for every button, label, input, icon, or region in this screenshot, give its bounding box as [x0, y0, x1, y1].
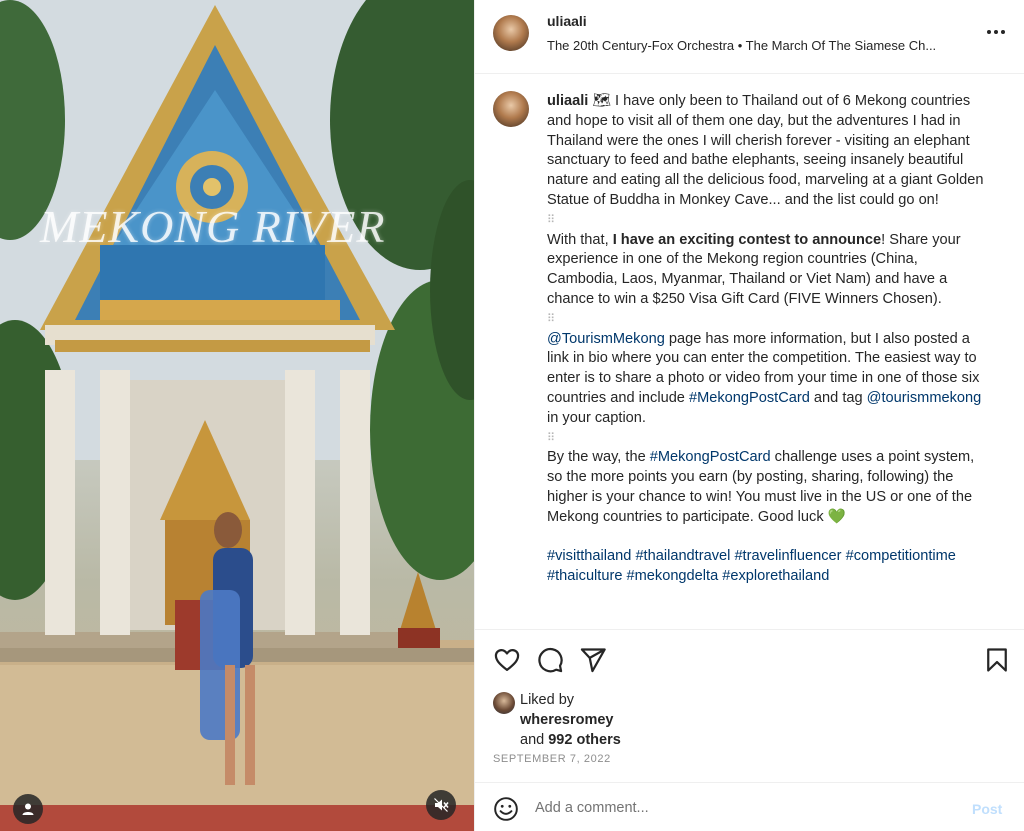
smiley-icon [494, 797, 518, 821]
author-avatar[interactable] [493, 15, 529, 51]
post-caption: uliaali 🗺 I have only been to Thailand o… [547, 92, 991, 587]
green-heart-emoji: 💚 [827, 508, 846, 525]
caption-p2-lead: With that, [547, 231, 613, 248]
post-actions-bar [475, 640, 1024, 684]
hashtag-link[interactable]: #MekongPostCard [689, 390, 810, 406]
share-button[interactable] [579, 646, 607, 674]
caption-username[interactable]: uliaali [547, 93, 588, 109]
post-comment-button[interactable]: Post [972, 801, 1002, 817]
liker-username[interactable]: wheresromey [520, 712, 614, 728]
hashtag-list: #visitthailand #thailandtravel #travelin… [547, 547, 991, 587]
hashtag-link[interactable]: #mekongdelta [627, 568, 719, 584]
paragraph-divider: ⠿ [547, 312, 555, 325]
map-emoji: 🗺 [592, 93, 611, 109]
emoji-picker-button[interactable] [493, 796, 519, 822]
caption-author-avatar[interactable] [493, 91, 529, 127]
post-media[interactable]: MEKONG RIVER [0, 0, 474, 831]
liker-avatar[interactable] [493, 692, 515, 714]
more-options-button[interactable] [983, 22, 1009, 42]
caption-paragraph-1: I have only been to Thailand out of 6 Me… [547, 93, 984, 208]
hashtag-link[interactable]: #explorethailand [722, 568, 829, 584]
comment-bubble-icon [538, 647, 563, 673]
bookmark-icon [987, 648, 1007, 672]
mute-toggle-button[interactable] [426, 790, 456, 820]
liked-by-label: Liked by [520, 692, 575, 708]
caption-p4-text: By the way, the [547, 449, 650, 466]
hashtag-link[interactable]: #travelinfluencer [734, 548, 841, 564]
like-button[interactable] [493, 646, 521, 674]
audio-track-link[interactable]: The 20th Century-Fox Orchestra • The Mar… [547, 38, 936, 53]
hashtag-link[interactable]: #thaiculture [547, 568, 622, 584]
save-button[interactable] [983, 646, 1011, 674]
paper-plane-icon [580, 648, 606, 673]
mention-link[interactable]: @tourismmekong [867, 390, 982, 406]
hashtag-link[interactable]: #competitiontime [846, 548, 956, 564]
post-header: uliaali The 20th Century-Fox Orchestra •… [475, 0, 1024, 74]
author-username[interactable]: uliaali [547, 13, 587, 29]
video-overlay-title: MEKONG RIVER [40, 201, 386, 252]
paragraph-divider: ⠿ [547, 431, 555, 444]
caption-p2-bold: I have an exciting contest to announce [612, 231, 882, 248]
likes-others[interactable]: 992 others [548, 732, 621, 748]
hashtag-link[interactable]: #MekongPostCard [650, 449, 771, 465]
post-details-panel: uliaali The 20th Century-Fox Orchestra •… [474, 0, 1024, 831]
tag-user-button[interactable] [13, 794, 43, 824]
likes-and: and [520, 732, 549, 748]
temple-photo [0, 0, 474, 831]
comment-input[interactable] [535, 795, 955, 821]
caption-p3-text: in your caption. [547, 409, 646, 426]
mention-link[interactable]: @TourismMekong [547, 331, 665, 347]
caption-scroll-area[interactable]: uliaali 🗺 I have only been to Thailand o… [475, 75, 1024, 630]
hashtag-link[interactable]: #thailandtravel [635, 548, 730, 564]
hashtag-link[interactable]: #visitthailand [547, 548, 631, 564]
user-tag-icon [22, 803, 34, 815]
heart-icon [494, 648, 520, 672]
paragraph-divider: ⠿ [547, 213, 555, 226]
post-date: SEPTEMBER 7, 2022 [493, 753, 611, 765]
comment-button[interactable] [536, 646, 564, 674]
instagram-post-modal: MEKONG RIVER uliaali The 20th Century-Fo… [0, 0, 1024, 831]
likes-section: Liked by wheresromey and 992 others SEPT… [475, 688, 1024, 778]
add-comment-bar: Post [475, 782, 1024, 831]
caption-p3-text: and tag [809, 389, 867, 406]
muted-speaker-icon [434, 798, 449, 812]
more-horizontal-icon [987, 30, 1005, 34]
likes-count[interactable]: and 992 others [520, 732, 621, 748]
